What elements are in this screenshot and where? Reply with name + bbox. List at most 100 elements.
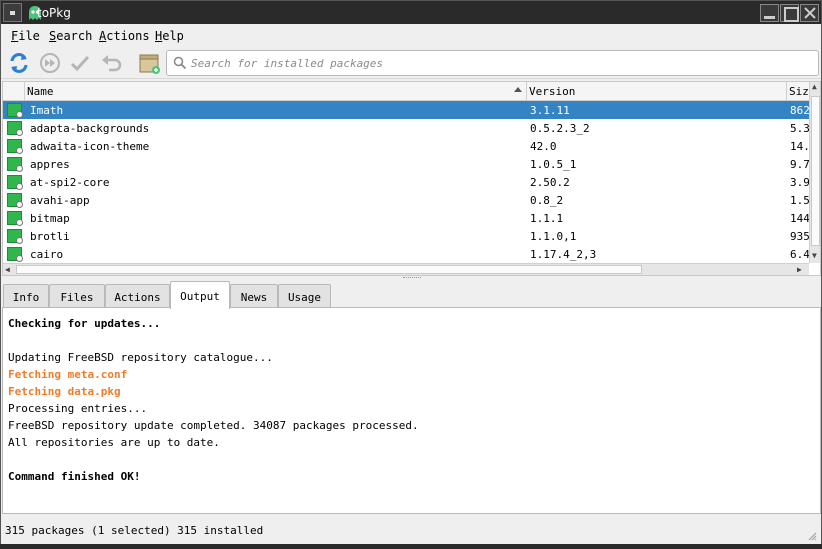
package-icon [7, 175, 23, 190]
output-line: FreeBSD repository update completed. 340… [8, 419, 419, 432]
detail-tabs: Info Files Actions Output News Usage [1, 281, 821, 309]
package-size: 3.9 [790, 176, 809, 189]
scroll-down-arrow-icon[interactable]: ▼ [812, 251, 817, 261]
package-version: 1.1.0,1 [530, 230, 577, 243]
package-name: avahi-app [30, 194, 90, 207]
output-line: Fetching meta.conf [8, 368, 128, 381]
system-menu-button[interactable] [3, 3, 22, 22]
scroll-up-arrow-icon[interactable]: ▲ [812, 82, 817, 92]
column-header-icon[interactable] [3, 82, 25, 101]
maximize-button[interactable] [780, 4, 799, 22]
package-version: 1.0.5_1 [530, 158, 577, 171]
tab-output[interactable]: Output [170, 281, 230, 309]
resize-grip-icon[interactable] [807, 531, 817, 541]
table-row[interactable]: avahi-app 0.8_2 1.5 [3, 191, 809, 209]
package-version: 3.1.11 [530, 104, 570, 117]
tab-info[interactable]: Info [3, 284, 49, 308]
table-header: Name Version Size [3, 82, 816, 101]
search-icon [173, 56, 187, 70]
output-console[interactable]: Checking for updates... Updating FreeBSD… [2, 307, 821, 514]
menu-help-label: elp [162, 29, 184, 43]
undo-icon [102, 55, 122, 72]
menu-file[interactable]: File [11, 29, 40, 43]
package-icon [7, 157, 23, 172]
search-input[interactable] [191, 54, 811, 72]
package-icon [7, 247, 23, 262]
search-box[interactable] [166, 50, 819, 76]
output-line: Updating FreeBSD repository catalogue... [8, 351, 273, 364]
package-icon [7, 193, 23, 208]
menu-actions[interactable]: Actions [99, 29, 150, 43]
package-box-icon [139, 54, 160, 74]
table-row[interactable]: cairo 1.17.4_2,3 6.4 [3, 245, 809, 263]
package-version: 0.8_2 [530, 194, 564, 207]
menu-search[interactable]: Search [49, 29, 92, 43]
package-version: 42.0 [530, 140, 557, 153]
package-size: 935 [790, 230, 809, 243]
package-size: 5.3 [790, 122, 809, 135]
package-icon [7, 139, 23, 154]
menu-help[interactable]: Help [155, 29, 184, 43]
package-size: 144 [790, 212, 809, 225]
table-row[interactable]: adapta-backgrounds 0.5.2.3_2 5.3 [3, 119, 809, 137]
tab-files-label: Files [60, 291, 94, 304]
scroll-right-arrow-icon[interactable]: ▶ [797, 265, 802, 275]
package-size: 1.5 [790, 194, 809, 207]
package-name: adwaita-icon-theme [30, 140, 150, 153]
tab-files[interactable]: Files [49, 284, 105, 308]
table-row[interactable]: at-spi2-core 2.50.2 3.9 [3, 173, 809, 191]
app-window: toPkg File Search Actions Help Search fo… [0, 0, 822, 549]
vertical-scrollbar[interactable]: ▲ ▼ [809, 82, 820, 263]
package-version: 2.50.2 [530, 176, 570, 189]
table-row[interactable]: brotli 1.1.0,1 935 [3, 227, 809, 245]
tab-usage[interactable]: Usage [278, 284, 331, 308]
menu-file-label: ile [18, 29, 40, 43]
status-bar: 315 packages (1 selected) 315 installed [1, 519, 821, 543]
scroll-left-arrow-icon[interactable]: ◀ [5, 265, 10, 275]
refresh-button[interactable] [6, 50, 32, 76]
desktop-edge [0, 544, 822, 549]
package-icon [7, 121, 23, 136]
package-name: cairo [30, 248, 64, 261]
output-line: Processing entries... [8, 402, 148, 415]
package-name: adapta-backgrounds [30, 122, 150, 135]
output-line: Command finished OK! [8, 470, 141, 483]
package-name: brotli [30, 230, 70, 243]
package-name: at-spi2-core [30, 176, 110, 189]
column-header-name-label: Name [27, 85, 54, 98]
title-bar: toPkg [1, 1, 821, 24]
vertical-scroll-thumb[interactable] [811, 96, 820, 246]
tab-news[interactable]: News [230, 284, 278, 308]
package-name: appres [30, 158, 70, 171]
check-icon [70, 55, 90, 72]
upgrade-button[interactable] [37, 50, 63, 76]
package-icon [7, 103, 23, 118]
undo-button[interactable] [98, 50, 124, 76]
package-button[interactable] [137, 50, 163, 76]
window-title: toPkg [37, 6, 71, 20]
package-table[interactable]: Name Version Size Imath 3.1.11 862 adapt… [2, 81, 821, 276]
toolbar [1, 47, 821, 79]
column-header-version[interactable]: Version [527, 82, 787, 101]
output-line: Checking for updates... [8, 317, 161, 330]
table-row[interactable]: adwaita-icon-theme 42.0 14. [3, 137, 809, 155]
table-row[interactable]: Imath 3.1.11 862 [3, 101, 809, 119]
table-body: Imath 3.1.11 862 adapta-backgrounds 0.5.… [3, 101, 809, 263]
tab-actions[interactable]: Actions [105, 284, 170, 308]
table-row[interactable]: bitmap 1.1.1 144 [3, 209, 809, 227]
menu-actions-label: ctions [106, 29, 150, 43]
table-row[interactable]: appres 1.0.5_1 9.7 [3, 155, 809, 173]
apply-button[interactable] [67, 50, 93, 76]
package-icon [7, 211, 23, 226]
horizontal-scrollbar[interactable]: ◀ ▶ [3, 263, 809, 275]
close-button[interactable] [800, 4, 819, 22]
minimize-button[interactable] [760, 4, 779, 22]
package-name: bitmap [30, 212, 70, 225]
horizontal-scroll-thumb[interactable] [16, 265, 642, 274]
splitter-handle[interactable] [403, 277, 421, 280]
package-name: Imath [30, 104, 64, 117]
package-size: 6.4 [790, 248, 809, 261]
column-header-version-label: Version [529, 85, 576, 98]
column-header-name[interactable]: Name [25, 82, 527, 101]
